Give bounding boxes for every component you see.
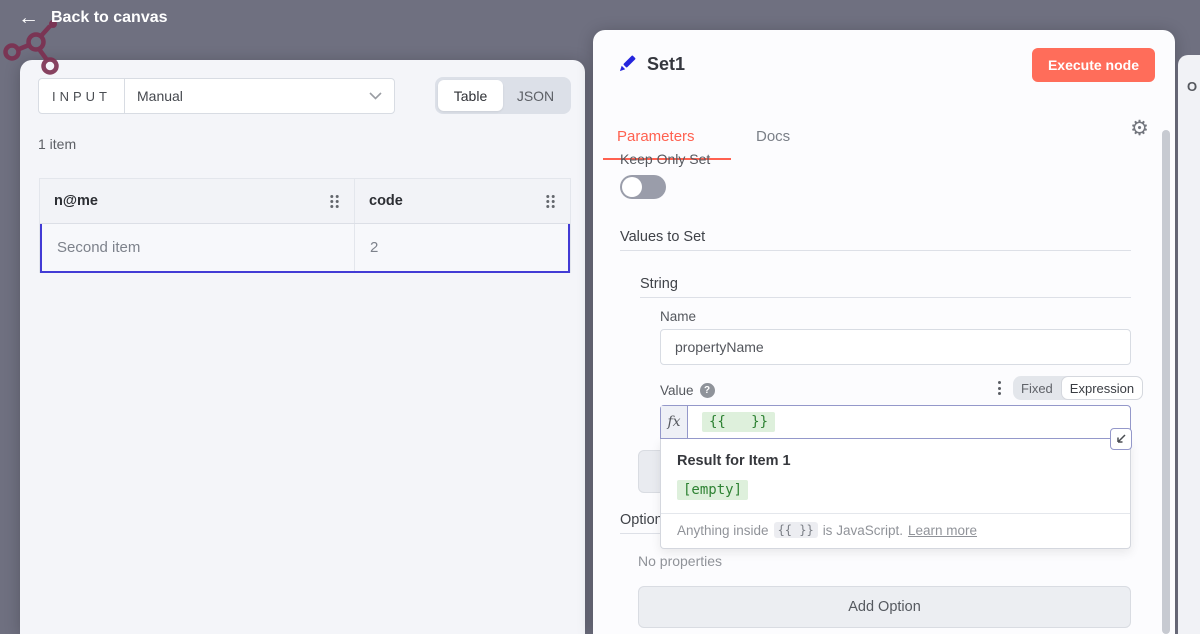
result-title: Result for Item 1 xyxy=(661,439,1130,469)
input-source-select[interactable]: INPUT Manual xyxy=(38,78,395,114)
json-view-tab[interactable]: JSON xyxy=(503,80,568,111)
name-field-label: Name xyxy=(660,309,696,324)
table-header-row: n@me code xyxy=(40,179,570,224)
node-detail-panel: Set1 Execute node Parameters Docs ⚙ Keep… xyxy=(593,30,1175,634)
column-header-name[interactable]: n@me xyxy=(40,179,354,223)
table-row: Second item 2 xyxy=(40,224,570,273)
values-to-set-heading: Values to Set xyxy=(620,229,705,245)
result-value: [empty] xyxy=(661,469,1130,513)
keep-only-set-toggle[interactable] xyxy=(620,175,666,199)
expression-input-row: fx {{ }} xyxy=(660,405,1131,439)
column-label: n@me xyxy=(54,193,98,209)
section-divider xyxy=(620,250,1131,251)
parameter-options-menu-icon[interactable] xyxy=(996,379,1003,397)
help-icon[interactable]: ? xyxy=(700,383,715,398)
output-panel: OUTPUT xyxy=(1178,55,1200,634)
drag-handle-icon[interactable] xyxy=(545,194,556,209)
fixed-expression-toggle: Fixed Expression xyxy=(1013,376,1131,400)
input-panel: INPUT Manual Table JSON 1 item n@me code xyxy=(20,60,585,634)
value-field-label: Value ? xyxy=(660,383,715,398)
name-field[interactable] xyxy=(660,329,1131,365)
column-label: code xyxy=(369,193,403,209)
chevron-down-icon xyxy=(369,79,394,113)
input-data-table: n@me code Second item 2 xyxy=(39,178,571,273)
string-section-heading: String xyxy=(640,276,678,292)
input-panel-label: INPUT xyxy=(39,79,125,113)
back-arrow-icon: ← xyxy=(18,7,39,28)
scrollbar-thumb[interactable] xyxy=(1162,130,1170,634)
edit-pencil-icon xyxy=(616,53,638,75)
braces-code-chip: {{ }} xyxy=(774,522,818,538)
tab-parameters[interactable]: Parameters xyxy=(617,128,695,145)
execute-node-button[interactable]: Execute node xyxy=(1032,48,1155,82)
input-source-value: Manual xyxy=(125,79,369,113)
learn-more-link[interactable]: Learn more xyxy=(908,523,977,538)
back-label: Back to canvas xyxy=(51,9,168,27)
expression-editor: fx {{ }} Result for Item 1 [empty] Anyth… xyxy=(660,405,1131,549)
fx-icon: fx xyxy=(661,406,688,438)
expression-input[interactable]: {{ }} xyxy=(688,406,1130,438)
items-count: 1 item xyxy=(38,136,76,152)
section-divider xyxy=(640,297,1131,298)
back-to-canvas-button[interactable]: ← Back to canvas xyxy=(18,7,168,28)
fixed-mode-tab[interactable]: Fixed xyxy=(1013,376,1061,400)
expand-expression-icon[interactable] xyxy=(1110,428,1132,450)
cell-code: 2 xyxy=(355,224,568,271)
column-header-code[interactable]: code xyxy=(354,179,570,223)
tab-docs[interactable]: Docs xyxy=(756,128,790,145)
expression-hint: Anything inside {{ }} is JavaScript. Lea… xyxy=(661,513,1130,548)
expression-result-dropdown: Result for Item 1 [empty] Anything insid… xyxy=(660,439,1131,549)
add-option-button[interactable]: Add Option xyxy=(638,586,1131,628)
gear-icon[interactable]: ⚙ xyxy=(1130,118,1149,139)
empty-value-chip: [empty] xyxy=(677,480,748,500)
toggle-knob xyxy=(622,177,642,197)
keep-only-set-label: Keep Only Set xyxy=(620,151,710,167)
cell-name: Second item xyxy=(42,224,355,271)
expression-braces: {{ }} xyxy=(702,412,775,432)
table-view-tab[interactable]: Table xyxy=(438,80,503,111)
output-panel-label: OUTPUT xyxy=(1187,79,1200,94)
no-properties-text: No properties xyxy=(638,553,722,569)
node-title: Set1 xyxy=(647,54,685,75)
table-json-toggle: Table JSON xyxy=(435,77,571,114)
expression-mode-tab[interactable]: Expression xyxy=(1061,376,1143,400)
drag-handle-icon[interactable] xyxy=(329,194,340,209)
